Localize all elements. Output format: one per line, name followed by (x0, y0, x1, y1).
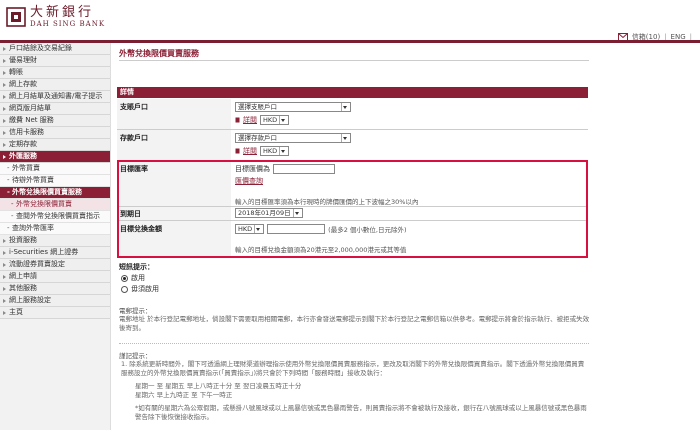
target-amount-row: 目標兌換金額 HKD (最多2 個小數位,日元除外) 輸入的目標兌換金額須為20… (117, 221, 588, 257)
sidebar-item-estatement[interactable]: 網上月結單及通知書/電子提示 (0, 91, 110, 103)
detail-icon (235, 117, 240, 123)
sidebar-item-isecurities[interactable]: i-Securities 網上證券 (0, 247, 110, 259)
bank-name-cn: 大新銀行 (30, 5, 95, 20)
credit-account-select[interactable]: 選擇存款戶口 (235, 133, 351, 143)
target-amount-label: 目標兌換金額 (117, 221, 231, 256)
reminder-item-1: 1. 除系統更新時間外，閣下可透過網上理財渠道辦理指示使用外幣兌換限價買賣服務指… (121, 360, 585, 377)
target-amount-input[interactable] (267, 224, 326, 234)
bank-logo[interactable]: 大新銀行 DAH SING BANK (6, 6, 105, 28)
target-rate-input[interactable] (273, 164, 335, 174)
rate-enquiry-link[interactable]: 匯價查詢 (235, 177, 263, 185)
sidebar-sub-fx-limit-order-service[interactable]: 外幣兌換限價買賣服務 (0, 187, 110, 199)
sms-notify-title: 短訊提示： (119, 263, 154, 271)
page-title: 外幣兌換限價買賣服務 (119, 49, 199, 58)
sidebar-item-transfer[interactable]: 轉賬 (0, 67, 110, 79)
main-content: 外幣兌換限價買賣服務 詳情 支賬戶口 選擇支賬戶口 詳閱 HKD 存款戶口 選擇… (113, 43, 700, 430)
reminder-body: 1. 除系統更新時間外，閣下可透過網上理財渠道辦理指示使用外幣兌換限價買賣服務指… (121, 360, 589, 422)
sidebar-sub-pending-fx[interactable]: 待辦外幣買賣 (0, 175, 110, 187)
detail-icon (235, 148, 240, 154)
expiry-row: 到期日 2018年01月09日 (117, 207, 588, 221)
divider (119, 343, 589, 344)
sidebar-subsub-fx-limit-order[interactable]: 外幣兌換限價買賣 (0, 199, 110, 211)
sidebar-item-online-application[interactable]: 網上申請 (0, 271, 110, 283)
bank-name-en: DAH SING BANK (30, 20, 106, 28)
amount-range-hint: 輸入的目標兌換金額須為20港元至2,000,000港元或其等值 (235, 246, 407, 254)
sidebar-item-web-statement[interactable]: 網頁版月結單 (0, 103, 110, 115)
credit-account-label: 存款戶口 (117, 130, 231, 160)
sms-notify-on-option[interactable]: 啟用 (121, 273, 145, 283)
sidebar-item-home[interactable]: 主頁 (0, 307, 110, 319)
expiry-date-select[interactable]: 2018年01月09日 (235, 208, 303, 218)
sidebar-nav: 戶口結餘及交易紀錄 優易理財 轉賬 網上存款 網上月結單及通知書/電子提示 網頁… (0, 43, 111, 430)
target-rate-row: 目標匯率 目標匯價為 匯價查詢 輸入的目標匯率須為本行現時的牌價匯價的上下波幅之… (117, 161, 588, 207)
radio-off[interactable] (121, 285, 128, 293)
target-rate-label: 目標匯率 (117, 161, 231, 206)
debit-account-label: 支賬戶口 (117, 99, 231, 129)
order-form: 支賬戶口 選擇支賬戶口 詳閱 HKD 存款戶口 選擇存款戶口 詳閱 HKD 目標… (117, 99, 588, 257)
sidebar-item-mobile-securities[interactable]: 流動證券買賣設定 (0, 259, 110, 271)
credit-account-row: 存款戶口 選擇存款戶口 詳閱 HKD (117, 130, 588, 161)
sidebar-sub-fx-rate-enquiry[interactable]: 查詢外幣匯率 (0, 223, 110, 235)
credit-detail-link[interactable]: 詳閱 (243, 146, 257, 156)
debit-account-row: 支賬戶口 選擇支賬戶口 詳閱 HKD (117, 99, 588, 130)
sidebar-item-premier-banking[interactable]: 優易理財 (0, 55, 110, 67)
sms-notify-off-option[interactable]: 毋須啟用 (121, 284, 159, 294)
target-rate-text: 目標匯價為 (235, 165, 270, 173)
sidebar-item-other-services[interactable]: 其他服務 (0, 283, 110, 295)
divider (119, 60, 589, 61)
sidebar-item-fx-services[interactable]: 外匯服務 (0, 151, 110, 163)
target-rate-hint: 輸入的目標匯率須為本行現時的牌價匯價的上下波幅之30%以內 (235, 198, 419, 206)
section-header: 詳情 (117, 87, 588, 98)
bank-logo-icon (6, 7, 26, 27)
sidebar-item-online-deposit[interactable]: 網上存款 (0, 79, 110, 91)
sidebar-item-bill-payment[interactable]: 繳費 Net 服務 (0, 115, 110, 127)
header: 大新銀行 DAH SING BANK 信箱(10) | ENG | (0, 0, 700, 43)
sidebar-item-investment[interactable]: 投資服務 (0, 235, 110, 247)
sidebar-item-credit-card[interactable]: 信用卡服務 (0, 127, 110, 139)
amount-decimal-hint: (最多2 個小數位,日元除外) (328, 226, 407, 234)
debit-account-select[interactable]: 選擇支賬戶口 (235, 102, 351, 112)
credit-currency-select[interactable]: HKD (260, 146, 290, 156)
sidebar-sub-fx-trading[interactable]: 外幣買賣 (0, 163, 110, 175)
radio-on[interactable] (121, 274, 128, 282)
debit-currency-select[interactable]: HKD (260, 115, 290, 125)
sidebar-subsub-view-limit-orders[interactable]: 查閱外幣兌換限價買賣指示 (0, 211, 110, 223)
reminder-title: 謹記提示： (119, 352, 152, 360)
amount-currency-select[interactable]: HKD (235, 224, 265, 234)
sidebar-item-online-settings[interactable]: 網上服務設定 (0, 295, 110, 307)
reminder-saturday-hours: 星期六 早上九時正 至 下午一時正 (135, 391, 233, 399)
email-notify-title: 電郵提示： (119, 307, 152, 315)
reminder-holiday-note: *如有關的星期六為公眾假期，或懸掛八號風球或以上風暴信號或黑色暴雨警告，則買賣指… (135, 404, 587, 421)
sidebar-item-time-deposit[interactable]: 定期存款 (0, 139, 110, 151)
expiry-label: 到期日 (117, 207, 231, 220)
reminder-weekday-hours: 星期一 至 星期五 早上八時正十分 至 翌日凌晨五時正十分 (135, 382, 302, 390)
debit-detail-link[interactable]: 詳閱 (243, 115, 257, 125)
email-notify-body: 電郵地址 於本行登記電郵地址，倘設閣下需要取用相關電郵，本行亦會發送電郵提示到閣… (119, 315, 590, 332)
sidebar-item-account-balance[interactable]: 戶口結餘及交易紀錄 (0, 43, 110, 55)
